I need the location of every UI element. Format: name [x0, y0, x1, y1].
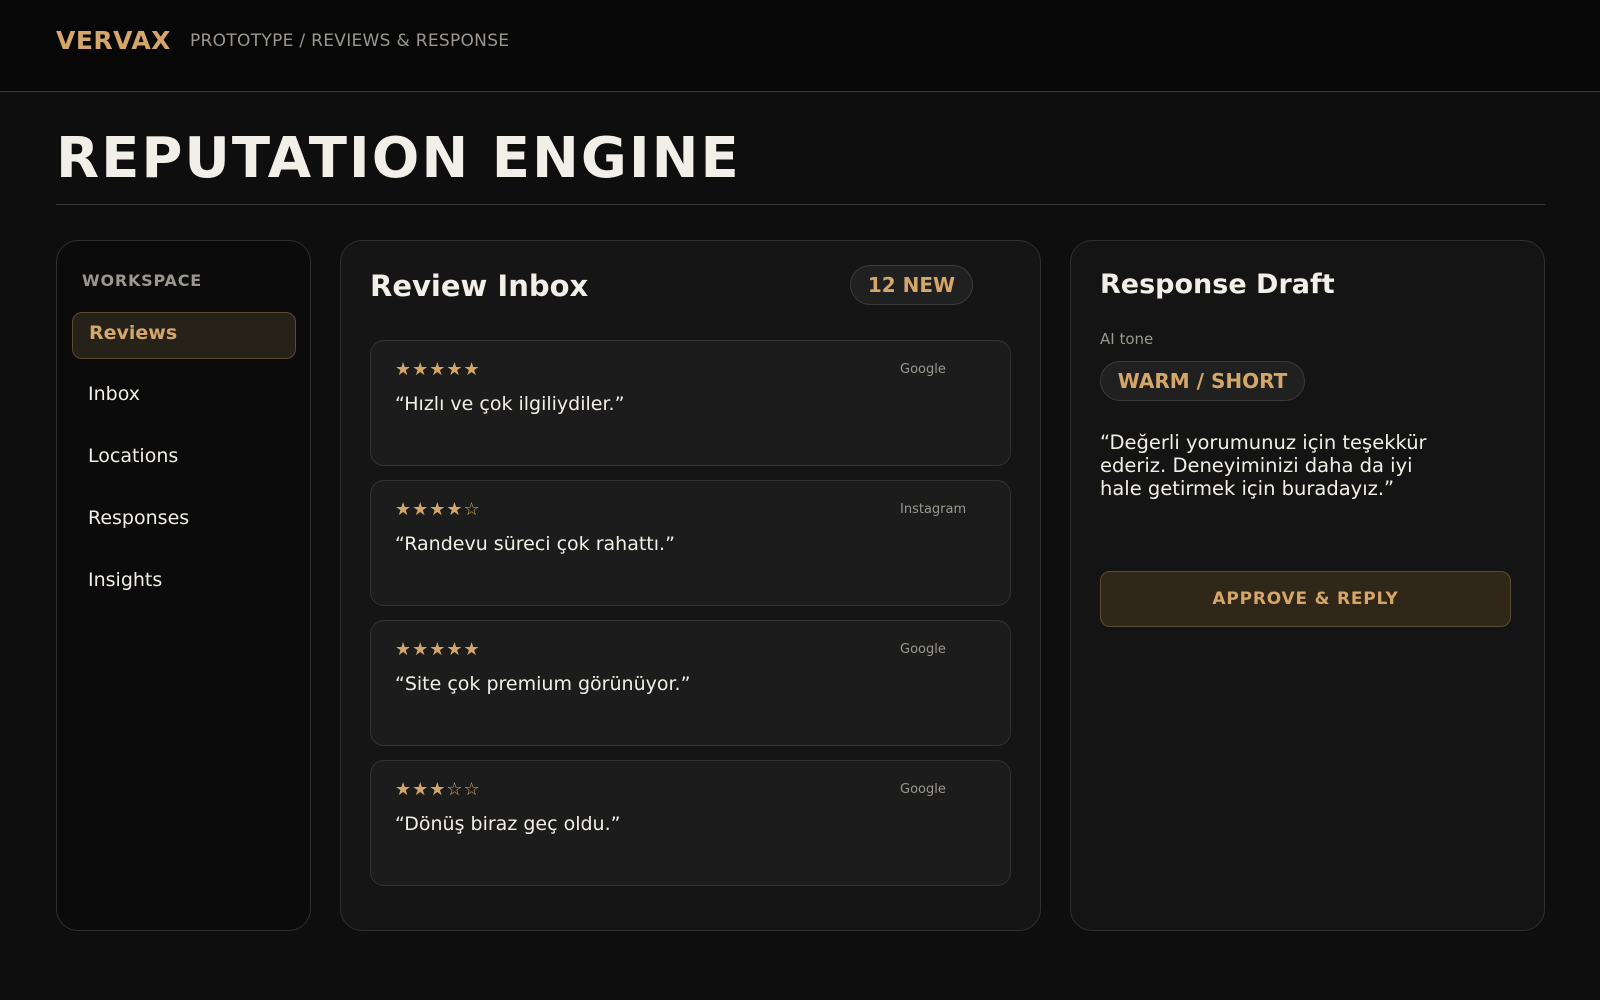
review-quote: “Hızlı ve çok ilgiliydiler.”: [395, 393, 625, 415]
response-draft-panel: Response Draft AI tone WARM / SHORT “Değ…: [1070, 240, 1545, 931]
review-card[interactable]: ★★★★★ Google “Site çok premium görünüyor…: [370, 620, 1011, 746]
sidebar: WORKSPACE Reviews Inbox Locations Respon…: [56, 240, 311, 931]
sidebar-section-label: WORKSPACE: [82, 271, 203, 290]
tone-label: AI tone: [1100, 330, 1154, 348]
review-card[interactable]: ★★★★★ Google “Hızlı ve çok ilgiliydiler.…: [370, 340, 1011, 466]
draft-title: Response Draft: [1100, 269, 1335, 300]
review-quote: “Randevu süreci çok rahattı.”: [395, 533, 675, 555]
draft-line: hale getirmek için buradayız.”: [1100, 477, 1395, 500]
sidebar-item-insights[interactable]: Insights: [72, 559, 296, 606]
review-source: Instagram: [900, 502, 967, 517]
review-card[interactable]: ★★★☆☆ Google “Dönüş biraz geç oldu.”: [370, 760, 1011, 886]
approve-reply-button[interactable]: APPROVE & REPLY: [1100, 571, 1511, 627]
review-card[interactable]: ★★★★☆ Instagram “Randevu süreci çok raha…: [370, 480, 1011, 606]
sidebar-item-locations[interactable]: Locations: [72, 435, 296, 482]
star-rating: ★★★★☆: [395, 499, 481, 520]
sidebar-item-responses[interactable]: Responses: [72, 497, 296, 544]
tone-selector[interactable]: WARM / SHORT: [1100, 361, 1305, 401]
review-source: Google: [900, 642, 946, 657]
star-rating: ★★★☆☆: [395, 779, 481, 800]
draft-response-text[interactable]: “Değerli yorumunuz için teşekkür ederiz.…: [1100, 431, 1470, 500]
star-rating: ★★★★★: [395, 359, 481, 380]
sidebar-item-reviews[interactable]: Reviews: [72, 312, 296, 359]
draft-line: “Değerli yorumunuz için teşekkür: [1100, 431, 1427, 454]
review-source: Google: [900, 362, 946, 377]
review-quote: “Site çok premium görünüyor.”: [395, 673, 691, 695]
inbox-title: Review Inbox: [370, 269, 589, 303]
sidebar-item-inbox[interactable]: Inbox: [72, 373, 296, 420]
page-title: REPUTATION ENGINE: [56, 126, 741, 191]
brand-logo[interactable]: VERVAX: [56, 26, 171, 55]
review-source: Google: [900, 782, 946, 797]
star-rating: ★★★★★: [395, 639, 481, 660]
title-divider: [56, 204, 1545, 205]
review-inbox-panel: Review Inbox 12 NEW ★★★★★ Google “Hızlı …: [340, 240, 1041, 931]
breadcrumb: PROTOTYPE / REVIEWS & RESPONSE: [190, 31, 510, 51]
review-quote: “Dönüş biraz geç oldu.”: [395, 813, 621, 835]
draft-line: ederiz. Deneyiminizi daha da iyi: [1100, 454, 1413, 477]
new-count-badge: 12 NEW: [850, 265, 973, 305]
top-bar: VERVAX PROTOTYPE / REVIEWS & RESPONSE: [0, 0, 1600, 92]
